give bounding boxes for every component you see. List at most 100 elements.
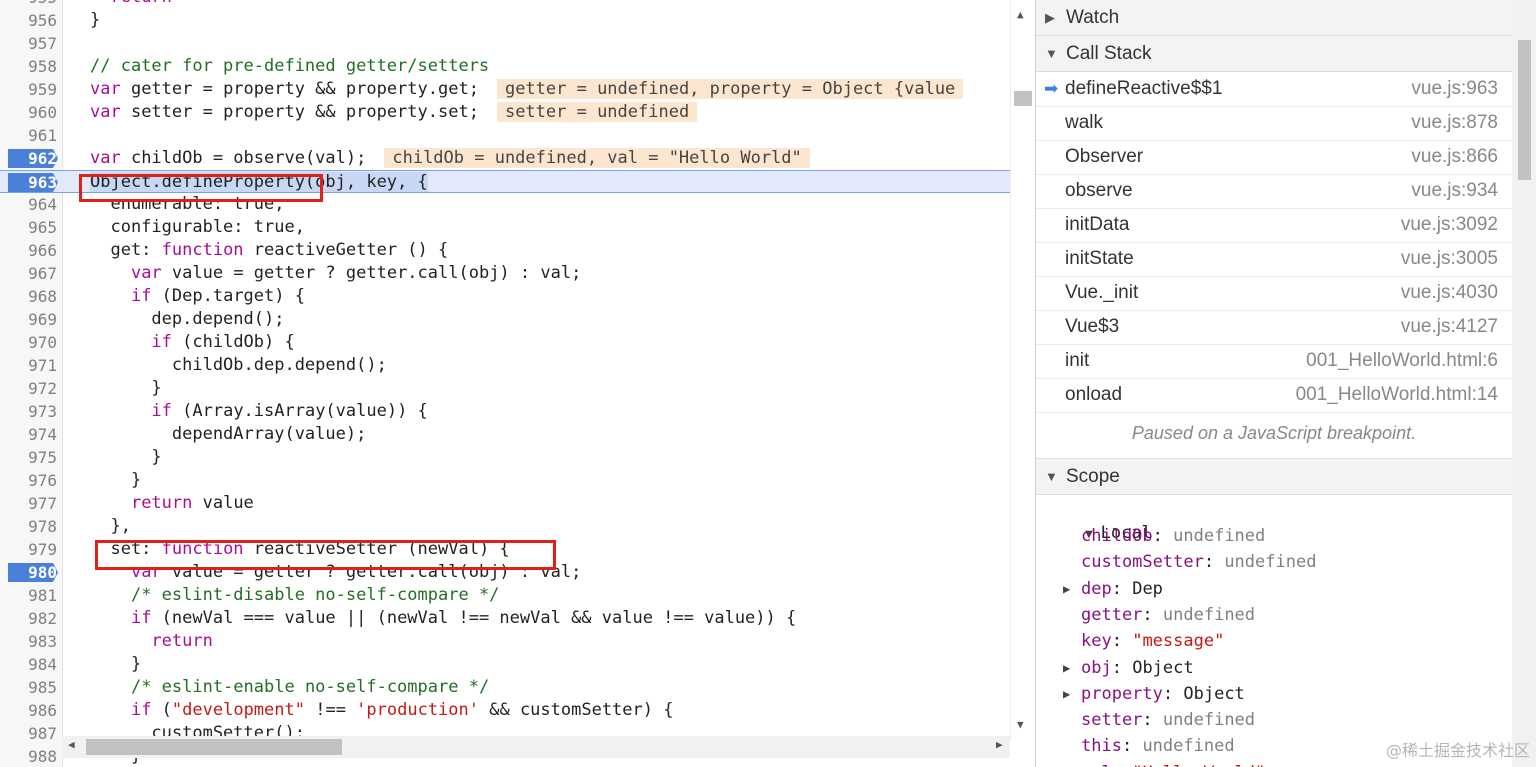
line-number[interactable]: 974 <box>0 423 57 446</box>
line-number[interactable]: 971 <box>0 354 57 377</box>
code-text[interactable]: if (Array.isArray(value)) { <box>90 400 427 423</box>
frame-location-link[interactable]: 001_HelloWorld.html:14 <box>1296 378 1498 412</box>
scroll-down-icon[interactable]: ▼ <box>1017 718 1024 731</box>
scroll-up-icon[interactable]: ▲ <box>1017 8 1024 21</box>
code-line[interactable]: 978 }, <box>0 515 1010 538</box>
code-text[interactable]: if (newVal === value || (newVal !== newV… <box>90 607 796 630</box>
code-text[interactable]: dependArray(value); <box>90 423 366 446</box>
code-text[interactable]: var childOb = observe(val); childOb = und… <box>90 147 810 170</box>
scope-pane-header[interactable]: ▼ Scope <box>1036 458 1512 495</box>
code-text[interactable]: dep.depend(); <box>90 308 284 331</box>
frame-location-link[interactable]: vue.js:4030 <box>1401 276 1498 310</box>
line-number[interactable]: 976 <box>0 469 57 492</box>
line-number[interactable]: 972 <box>0 377 57 400</box>
line-number[interactable]: 962 <box>0 147 57 170</box>
line-number[interactable]: 981 <box>0 584 57 607</box>
code-text[interactable]: if (Dep.target) { <box>90 285 305 308</box>
line-number[interactable]: 987 <box>0 722 57 745</box>
line-number[interactable]: 970 <box>0 331 57 354</box>
code-line[interactable]: 961 <box>0 124 1010 147</box>
line-number[interactable]: 968 <box>0 285 57 308</box>
line-number[interactable]: 959 <box>0 78 57 101</box>
code-line[interactable]: 968 if (Dep.target) { <box>0 285 1010 308</box>
line-number[interactable]: 956 <box>0 9 57 32</box>
frame-location-link[interactable]: vue.js:866 <box>1411 140 1498 174</box>
call-frame[interactable]: Vue._init vue.js:4030 <box>1036 276 1512 311</box>
line-number[interactable]: 986 <box>0 699 57 722</box>
code-line[interactable]: 981 /* eslint-disable no-self-compare */ <box>0 584 1010 607</box>
code-line[interactable]: 974 dependArray(value); <box>0 423 1010 446</box>
call-frame[interactable]: initData vue.js:3092 <box>1036 208 1512 243</box>
line-number[interactable]: 967 <box>0 262 57 285</box>
code-line[interactable]: 958 // cater for pre-defined getter/sette… <box>0 55 1010 78</box>
code-text[interactable]: configurable: true, <box>90 216 304 239</box>
code-text[interactable]: } <box>90 377 161 400</box>
scope-variable[interactable]: customSetter: undefined <box>1081 550 1316 574</box>
scope-variable[interactable]: childOb: undefined <box>1081 524 1265 548</box>
expand-triangle-icon[interactable]: ▶ <box>1063 656 1070 680</box>
frame-location-link[interactable]: vue.js:934 <box>1411 174 1498 208</box>
code-line[interactable]: 966 get: function reactiveGetter () { <box>0 239 1010 262</box>
code-line[interactable]: 965 configurable: true, <box>0 216 1010 239</box>
line-number[interactable]: 985 <box>0 676 57 699</box>
call-frame[interactable]: Vue$3 vue.js:4127 <box>1036 310 1512 345</box>
code-line[interactable]: 985 /* eslint-enable no-self-compare */ <box>0 676 1010 699</box>
code-line[interactable]: 976 } <box>0 469 1010 492</box>
line-number[interactable]: 969 <box>0 308 57 331</box>
line-number[interactable]: 966 <box>0 239 57 262</box>
code-line[interactable]: 986 if ("development" !== 'production' &… <box>0 699 1010 722</box>
code-line[interactable]: 984 } <box>0 653 1010 676</box>
code-line[interactable]: 972 } <box>0 377 1010 400</box>
scope-variable[interactable]: getter: undefined <box>1081 603 1255 627</box>
code-text[interactable]: return <box>90 0 171 9</box>
code-line[interactable]: 959 var getter = property && property.get… <box>0 78 1010 101</box>
code-line[interactable]: 962 var childOb = observe(val); childOb = … <box>0 147 1010 170</box>
line-number[interactable]: 964 <box>0 193 57 216</box>
scope-variable[interactable]: this: undefined <box>1081 734 1235 758</box>
call-frame[interactable]: walk vue.js:878 <box>1036 106 1512 141</box>
code-text[interactable]: }, <box>90 515 130 538</box>
line-number[interactable]: 961 <box>0 124 57 147</box>
code-line[interactable]: 982 if (newVal === value || (newVal !== … <box>0 607 1010 630</box>
line-number[interactable]: 978 <box>0 515 57 538</box>
scope-variable[interactable]: ▶ property: Object <box>1063 682 1245 706</box>
line-number[interactable]: 973 <box>0 400 57 423</box>
line-number[interactable]: 988 <box>0 745 57 767</box>
code-text[interactable]: } <box>90 469 141 492</box>
code-line[interactable]: 967 var value = getter ? getter.call(obj… <box>0 262 1010 285</box>
expand-triangle-icon[interactable]: ▶ <box>1063 682 1070 706</box>
scroll-thumb[interactable] <box>1518 40 1531 180</box>
code-line[interactable]: 973 if (Array.isArray(value)) { <box>0 400 1010 423</box>
code-text[interactable]: if ("development" !== 'production' && cu… <box>90 699 674 722</box>
code-text[interactable]: return <box>90 630 212 653</box>
editor-horizontal-scrollbar[interactable]: ◀ ▶ <box>62 736 1010 758</box>
call-frame[interactable]: ➡ defineReactive$$1 vue.js:963 <box>1036 72 1512 107</box>
callstack-pane-header[interactable]: ▼ Call Stack <box>1036 36 1512 72</box>
editor-vertical-scrollbar[interactable]: ▲ ▼ <box>1010 0 1035 740</box>
scroll-thumb[interactable] <box>86 739 342 755</box>
line-number[interactable]: 979 <box>0 538 57 561</box>
code-text[interactable]: // cater for pre-defined getter/setters <box>90 55 489 78</box>
code-line[interactable]: 977 return value <box>0 492 1010 515</box>
call-frame[interactable]: init 001_HelloWorld.html:6 <box>1036 344 1512 379</box>
frame-location-link[interactable]: vue.js:963 <box>1411 72 1498 106</box>
scope-variable[interactable]: key: "message" <box>1081 629 1224 653</box>
code-text[interactable]: if (childOb) { <box>90 331 294 354</box>
code-text[interactable]: var setter = property && property.set; se… <box>90 101 698 124</box>
code-lines[interactable]: 955 return 956} 957958// cater for pre-def… <box>0 0 1010 767</box>
frame-location-link[interactable]: vue.js:4127 <box>1401 310 1498 344</box>
line-number[interactable]: 955 <box>0 0 57 9</box>
code-text[interactable]: childOb.dep.depend(); <box>90 354 387 377</box>
code-line[interactable]: 983 return <box>0 630 1010 653</box>
scroll-right-icon[interactable]: ▶ <box>996 738 1003 751</box>
sidebar-scrollbar[interactable] <box>1512 0 1536 767</box>
frame-location-link[interactable]: vue.js:3092 <box>1401 208 1498 242</box>
code-text[interactable]: var getter = property && property.get; ge… <box>90 78 964 101</box>
scope-variable[interactable]: ▶ obj: Object <box>1063 656 1194 680</box>
frame-location-link[interactable]: vue.js:878 <box>1411 106 1498 140</box>
code-line[interactable]: 960 var setter = property && property.set… <box>0 101 1010 124</box>
code-line[interactable]: 971 childOb.dep.depend(); <box>0 354 1010 377</box>
line-number[interactable]: 957 <box>0 32 57 55</box>
call-frame[interactable]: Observer vue.js:866 <box>1036 140 1512 175</box>
line-number[interactable]: 960 <box>0 101 57 124</box>
